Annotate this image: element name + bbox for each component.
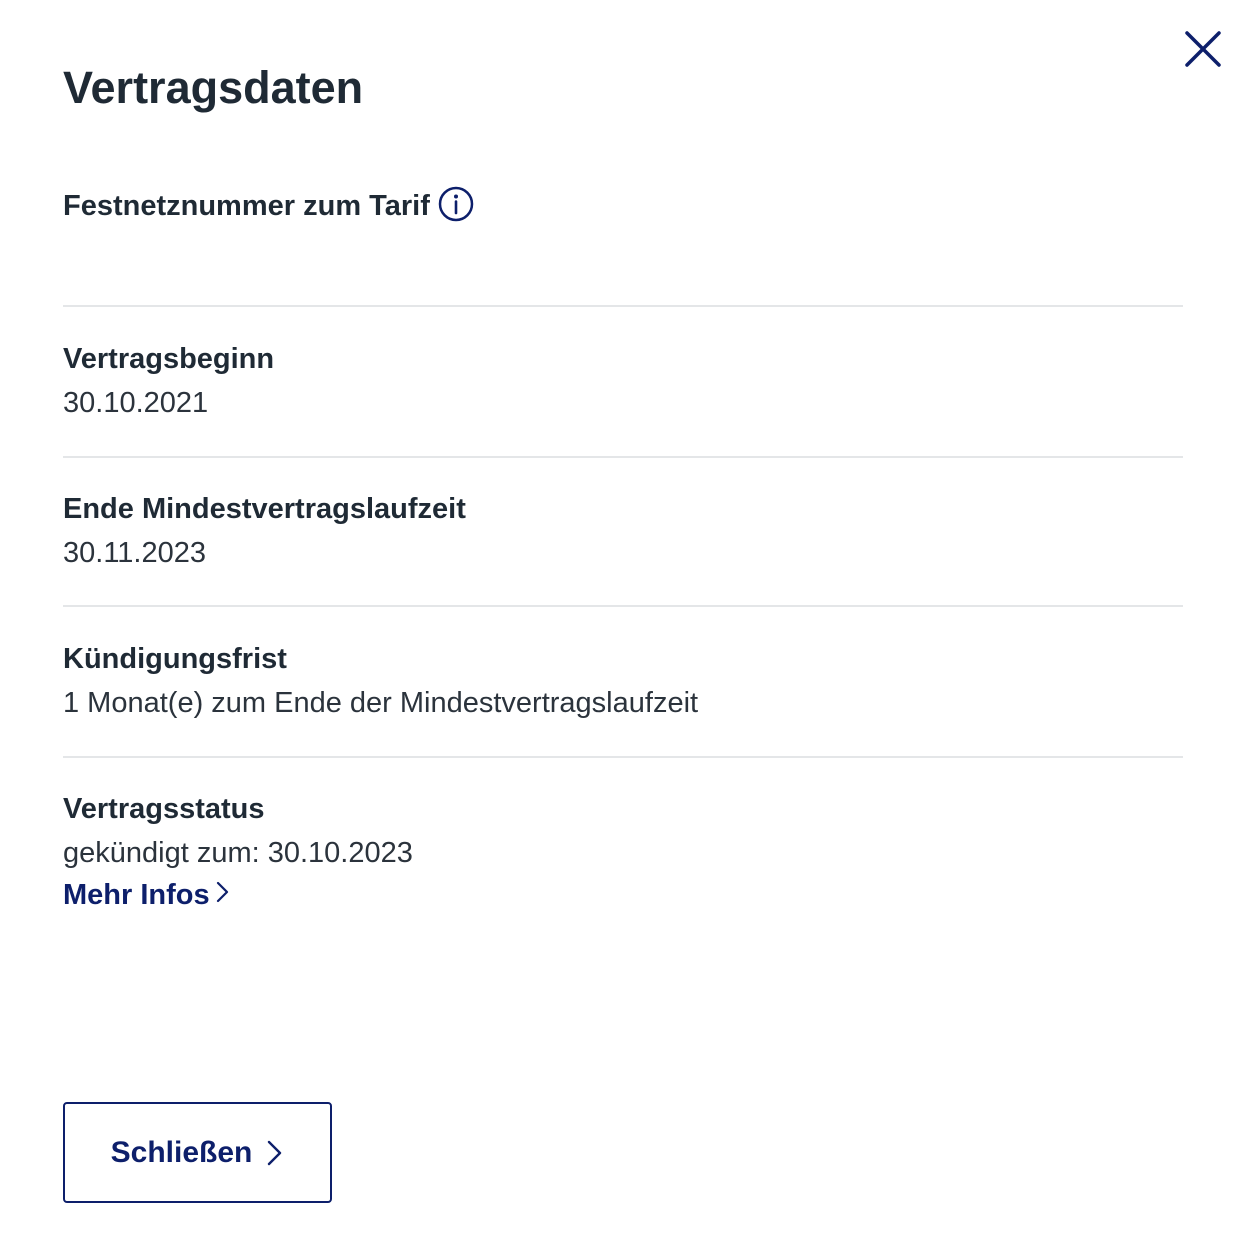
divider (63, 605, 1183, 607)
field-label-phone-number: Festnetznummer zum Tarif (63, 186, 1183, 225)
field-value-min-term-end: 30.11.2023 (63, 537, 206, 569)
chevron-right-icon (266, 1138, 284, 1168)
close-button-label: Schließen (110, 1135, 253, 1169)
divider (63, 456, 1183, 458)
field-value-contract-status: gekündigt zum: 30.10.2023 (63, 837, 413, 869)
field-contract-start: Vertragsbeginn 30.10.2021 (63, 341, 1183, 421)
info-icon[interactable] (438, 186, 474, 222)
field-notice-period: Kündigungsfrist 1 Monat(e) zum Ende der … (63, 641, 1183, 721)
field-value-contract-start: 30.10.2021 (63, 387, 209, 419)
close-button[interactable]: Schließen (63, 1102, 332, 1203)
chevron-right-icon (216, 877, 230, 913)
field-label-min-term-end: Ende Mindestvertragslaufzeit (63, 493, 466, 525)
field-min-term-end: Ende Mindestvertragslaufzeit 30.11.2023 (63, 491, 1183, 571)
divider (63, 756, 1183, 758)
close-dialog-button[interactable] (1180, 26, 1226, 72)
close-icon (1185, 31, 1221, 67)
field-label-contract-start: Vertragsbeginn (63, 343, 275, 375)
more-info-link[interactable]: Mehr Infos (63, 877, 230, 913)
divider (63, 305, 1183, 307)
field-phone-number: Festnetznummer zum Tarif (63, 186, 1183, 233)
field-label-text: Festnetznummer zum Tarif (63, 190, 430, 222)
field-label-contract-status: Vertragsstatus (63, 793, 265, 825)
more-info-link-label: Mehr Infos (63, 879, 210, 911)
field-contract-status: Vertragsstatus gekündigt zum: 30.10.2023… (63, 791, 1183, 913)
field-value-notice-period: 1 Monat(e) zum Ende der Mindestvertragsl… (63, 687, 699, 719)
field-label-notice-period: Kündigungsfrist (63, 643, 287, 675)
page-title: Vertragsdaten (63, 62, 364, 113)
